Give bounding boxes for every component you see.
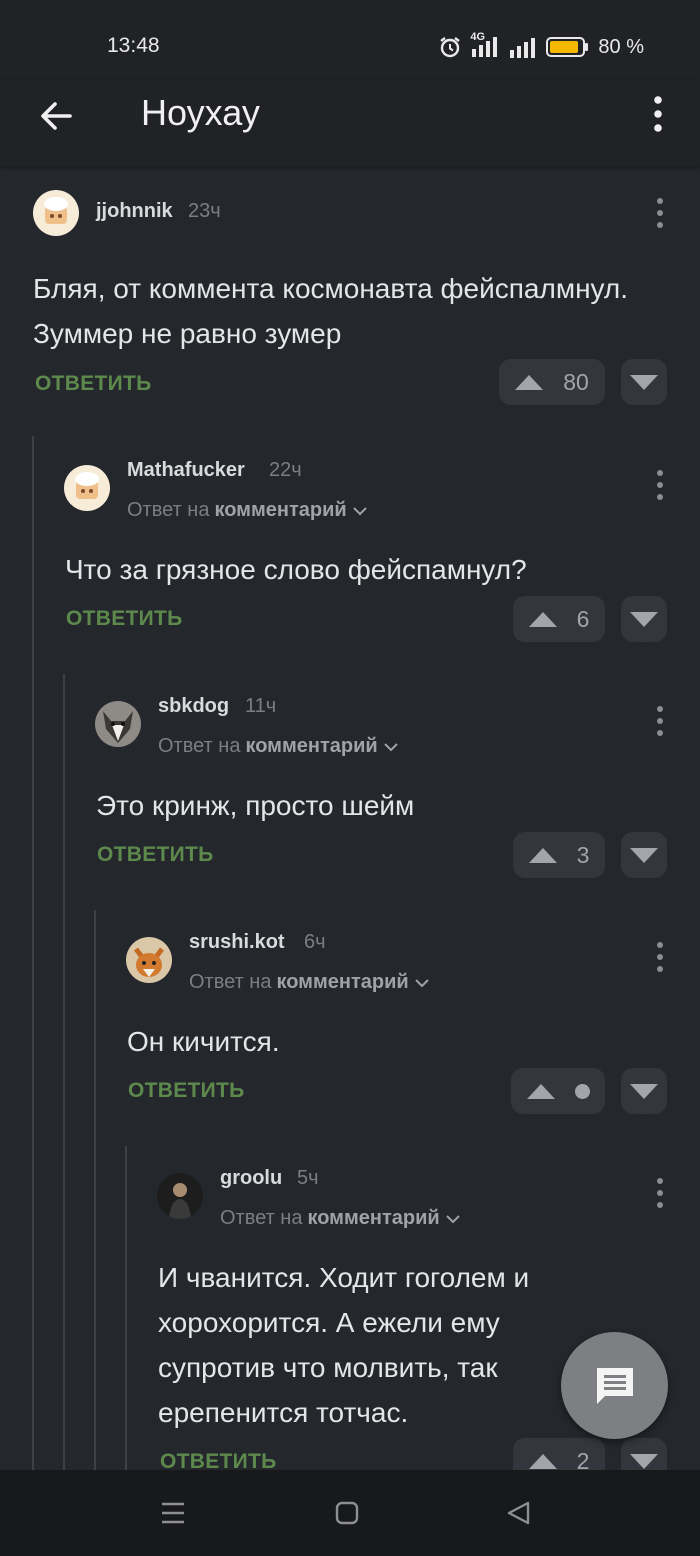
comment: Mathafucker 22ч Ответ на комментарий Что… bbox=[0, 448, 700, 648]
avatar[interactable] bbox=[157, 1173, 203, 1219]
comment: jjohnnik 23ч Бляя, от коммента космонавт… bbox=[0, 188, 700, 418]
comment-text: Это кринж, просто шейм bbox=[96, 790, 415, 821]
arrow-left-icon[interactable] bbox=[36, 96, 76, 136]
comment-text: Он кичится. bbox=[127, 1026, 280, 1057]
upvote-button[interactable]: 3 bbox=[513, 832, 605, 878]
arrow-down-icon bbox=[630, 611, 658, 627]
comment-time: 5ч bbox=[297, 1167, 319, 1189]
author-name[interactable]: jjohnnik bbox=[96, 200, 173, 223]
status-time: 13:48 bbox=[107, 34, 160, 57]
more-vertical-icon[interactable] bbox=[646, 94, 670, 134]
reply-to-link[interactable]: Ответ на комментарий bbox=[127, 499, 368, 522]
more-vertical-icon[interactable] bbox=[650, 704, 670, 738]
author-name[interactable]: groolu bbox=[220, 1167, 282, 1190]
add-comment-button[interactable] bbox=[561, 1332, 668, 1439]
vote-count: 6 bbox=[576, 605, 590, 632]
comment: srushi.kot 6ч Ответ на комментарий Он ки… bbox=[0, 920, 700, 1120]
reply-button[interactable]: ОТВЕТИТЬ bbox=[66, 607, 183, 631]
chevron-down-icon bbox=[414, 978, 429, 987]
reply-button[interactable]: ОТВЕТИТЬ bbox=[35, 372, 152, 396]
signal-icon bbox=[510, 38, 536, 58]
reply-button[interactable]: ОТВЕТИТЬ bbox=[160, 1450, 277, 1470]
battery-percent: 80 % bbox=[598, 35, 644, 58]
reply-to-link[interactable]: Ответ на комментарий bbox=[158, 735, 399, 758]
arrow-down-icon bbox=[630, 847, 658, 863]
vote-hidden-dot bbox=[574, 1083, 590, 1099]
network-icon: 4G bbox=[470, 31, 500, 59]
page-title: Ноухау bbox=[141, 92, 260, 133]
avatar[interactable] bbox=[126, 937, 172, 983]
home-square-icon[interactable] bbox=[332, 1498, 362, 1528]
arrow-down-icon bbox=[630, 374, 658, 390]
chevron-down-icon bbox=[445, 1214, 460, 1223]
vote-count: 80 bbox=[563, 368, 589, 395]
comment-time: 11ч bbox=[245, 695, 277, 717]
avatar[interactable] bbox=[64, 465, 110, 511]
more-vertical-icon[interactable] bbox=[650, 940, 670, 974]
author-name[interactable]: sbkdog bbox=[158, 695, 229, 718]
downvote-button[interactable] bbox=[621, 1068, 667, 1114]
downvote-button[interactable] bbox=[621, 1438, 667, 1470]
downvote-button[interactable] bbox=[621, 596, 667, 642]
reply-to-link[interactable]: Ответ на комментарий bbox=[189, 971, 430, 994]
upvote-button[interactable]: 80 bbox=[499, 359, 605, 405]
app-bar: Ноухау bbox=[0, 80, 700, 166]
reply-button[interactable]: ОТВЕТИТЬ bbox=[128, 1079, 245, 1103]
avatar[interactable] bbox=[95, 701, 141, 747]
downvote-button[interactable] bbox=[621, 359, 667, 405]
vote-count: 3 bbox=[576, 841, 590, 868]
more-vertical-icon[interactable] bbox=[650, 196, 670, 230]
upvote-button[interactable]: 2 bbox=[513, 1438, 605, 1470]
system-nav-bar bbox=[0, 1470, 700, 1556]
avatar[interactable] bbox=[33, 190, 79, 236]
chevron-down-icon bbox=[383, 742, 398, 751]
status-icons: 4G 80 % bbox=[438, 31, 644, 60]
chevron-down-icon bbox=[352, 506, 367, 515]
battery-icon bbox=[546, 37, 589, 57]
arrow-up-icon bbox=[528, 847, 557, 863]
upvote-button[interactable]: 6 bbox=[513, 596, 605, 642]
more-vertical-icon[interactable] bbox=[650, 1176, 670, 1210]
comment-text: И чванится. Ходит гоголем и хорохорится.… bbox=[158, 1262, 530, 1428]
comment-time: 6ч bbox=[304, 931, 326, 953]
status-bar: 13:48 4G 80 % bbox=[0, 0, 700, 80]
author-name[interactable]: Mathafucker bbox=[127, 459, 245, 482]
comment-icon bbox=[596, 1367, 633, 1404]
arrow-down-icon bbox=[630, 1453, 658, 1469]
arrow-up-icon bbox=[526, 1083, 555, 1099]
vote-count: 2 bbox=[576, 1447, 590, 1471]
alarm-icon bbox=[440, 37, 461, 58]
arrow-up-icon bbox=[515, 374, 544, 390]
reply-to-link[interactable]: Ответ на комментарий bbox=[220, 1207, 461, 1230]
back-triangle-icon[interactable] bbox=[504, 1498, 534, 1528]
comment-text: Что за грязное слово фейспамнул? bbox=[65, 554, 527, 585]
arrow-down-icon bbox=[630, 1083, 658, 1099]
comment-time: 22ч bbox=[269, 459, 302, 481]
arrow-up-icon bbox=[528, 1453, 557, 1469]
downvote-button[interactable] bbox=[621, 832, 667, 878]
comment: sbkdog 11ч Ответ на комментарий Это крин… bbox=[0, 684, 700, 884]
more-vertical-icon[interactable] bbox=[650, 468, 670, 502]
comment-time: 23ч bbox=[188, 200, 221, 222]
comment-text: Бляя, от коммента космонавта фейспалмнул… bbox=[33, 273, 629, 349]
author-name[interactable]: srushi.kot bbox=[189, 931, 285, 954]
upvote-button[interactable] bbox=[511, 1068, 605, 1114]
menu-icon[interactable] bbox=[158, 1498, 188, 1528]
arrow-up-icon bbox=[528, 611, 557, 627]
reply-button[interactable]: ОТВЕТИТЬ bbox=[97, 843, 214, 867]
